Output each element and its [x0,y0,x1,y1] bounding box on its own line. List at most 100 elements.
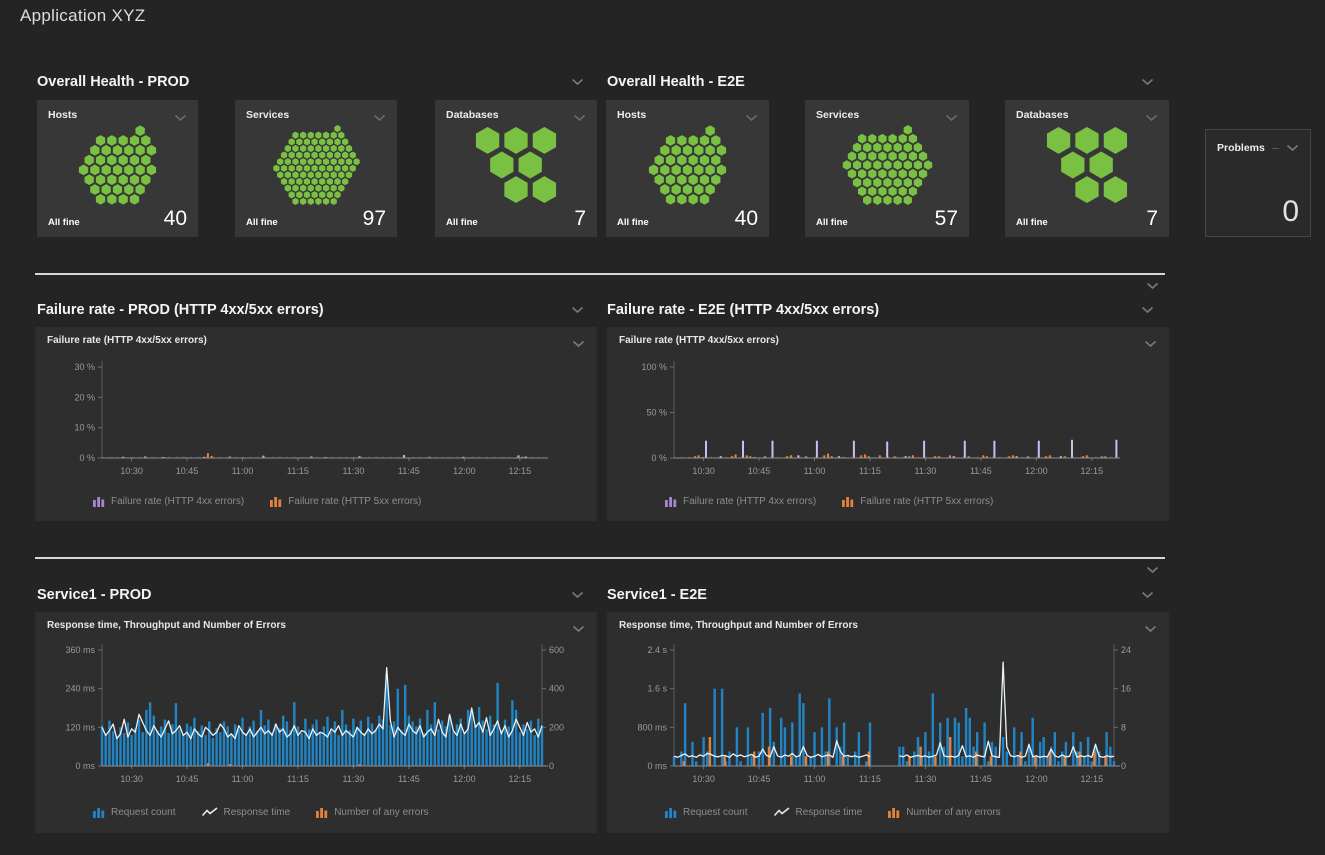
hexagon[interactable] [315,131,321,138]
hexagon[interactable] [319,138,325,145]
hexagon[interactable] [338,184,344,191]
hexagon[interactable] [711,174,720,185]
hexagon[interactable] [319,164,325,171]
hexagon[interactable] [903,125,911,135]
hexagon[interactable] [296,164,302,171]
legend-item[interactable]: Request count [93,806,176,818]
hexagon[interactable] [683,184,692,195]
hexagon[interactable] [700,174,709,185]
hexagon[interactable] [338,171,344,178]
hexagon[interactable] [311,177,317,184]
legend-item[interactable]: Failure rate (HTTP 5xx errors) [270,495,421,507]
hexagon[interactable] [307,171,313,178]
hexagon[interactable] [349,151,355,158]
hexagon[interactable] [303,151,309,158]
hexagon[interactable] [878,133,886,143]
hexagon[interactable] [136,184,145,195]
hexagon[interactable] [903,195,911,205]
hexagon[interactable] [694,184,703,195]
hexagon[interactable] [330,197,336,204]
hexagon[interactable] [888,133,896,143]
hexagon[interactable] [292,171,298,178]
hexagon[interactable] [677,154,686,165]
chevron-down-icon[interactable] [1146,277,1159,295]
hexagon[interactable] [683,144,692,155]
failure-rate-e2e-chart-tile[interactable]: Failure rate (HTTP 4xx/5xx errors) 0 %50… [607,327,1169,521]
hexagon[interactable] [863,142,871,152]
hexagon[interactable] [711,154,720,165]
hexagon[interactable] [504,126,527,153]
hexagon[interactable] [292,131,298,138]
hexagon[interactable] [292,197,298,204]
hexagon[interactable] [717,164,726,175]
hexagon[interactable] [119,135,128,146]
hexagon[interactable] [280,164,286,171]
hexagon[interactable] [873,177,881,187]
hexagon[interactable] [857,168,865,178]
hexagon[interactable] [700,193,709,204]
hexagon[interactable] [300,171,306,178]
hexagon[interactable] [303,138,309,145]
hexagon[interactable] [307,184,313,191]
hexagon[interactable] [322,144,328,151]
hexagon[interactable] [102,144,111,155]
chevron-down-icon[interactable] [572,620,585,638]
hexagon[interactable] [883,160,891,170]
hexagon[interactable] [311,164,317,171]
hexagon[interactable] [130,154,139,165]
hexagon[interactable] [300,184,306,191]
hexagon[interactable] [136,144,145,155]
hexagon[interactable] [307,131,313,138]
hexagon[interactable] [666,154,675,165]
hexagon[interactable] [141,135,150,146]
hexagon[interactable] [913,177,921,187]
legend-item[interactable]: Number of any errors [888,806,1000,818]
hexagon[interactable] [878,168,886,178]
hexagon[interactable] [873,195,881,205]
hexagon[interactable] [147,164,156,175]
hexagon[interactable] [296,177,302,184]
hexagon[interactable] [315,144,321,151]
hexagon[interactable] [90,184,99,195]
hexagon[interactable] [334,191,340,198]
hexagon[interactable] [655,174,664,185]
chevron-down-icon[interactable] [1144,335,1157,353]
health-tile-hosts[interactable]: HostsAll fine40 [606,100,769,237]
hexagon[interactable] [857,133,865,143]
hexagon[interactable] [113,164,122,175]
hexagon[interactable] [326,191,332,198]
hexagon[interactable] [315,197,321,204]
hexagon[interactable] [113,144,122,155]
hexagon[interactable] [660,164,669,175]
hexagon[interactable] [689,193,698,204]
hexagon[interactable] [1047,126,1070,153]
hexagon[interactable] [338,158,344,165]
hexagon[interactable] [319,151,325,158]
hexagon[interactable] [898,151,906,161]
hexagon[interactable] [700,154,709,165]
hexagon[interactable] [288,177,294,184]
hexagon[interactable] [689,174,698,185]
hexagon[interactable] [342,151,348,158]
legend-item[interactable]: Failure rate (HTTP 4xx errors) [665,495,816,507]
hexagon[interactable] [908,133,916,143]
hexagon[interactable] [847,168,855,178]
hexagon[interactable] [107,174,116,185]
hexagon[interactable] [883,142,891,152]
hexagon[interactable] [322,171,328,178]
hexagon[interactable] [330,144,336,151]
hexagon[interactable] [119,174,128,185]
hexagon[interactable] [490,151,513,178]
hexagon[interactable] [913,142,921,152]
hexagon[interactable] [908,151,916,161]
hexagon[interactable] [288,151,294,158]
chevron-down-icon[interactable] [1144,620,1157,638]
hexagon[interactable] [334,151,340,158]
hexagon[interactable] [85,174,94,185]
hexagon[interactable] [326,138,332,145]
chevron-down-icon[interactable] [571,586,584,604]
hexagon[interactable] [96,154,105,165]
chevron-down-icon[interactable] [1286,139,1299,157]
hexagon[interactable] [655,154,664,165]
hexagon[interactable] [476,126,499,153]
